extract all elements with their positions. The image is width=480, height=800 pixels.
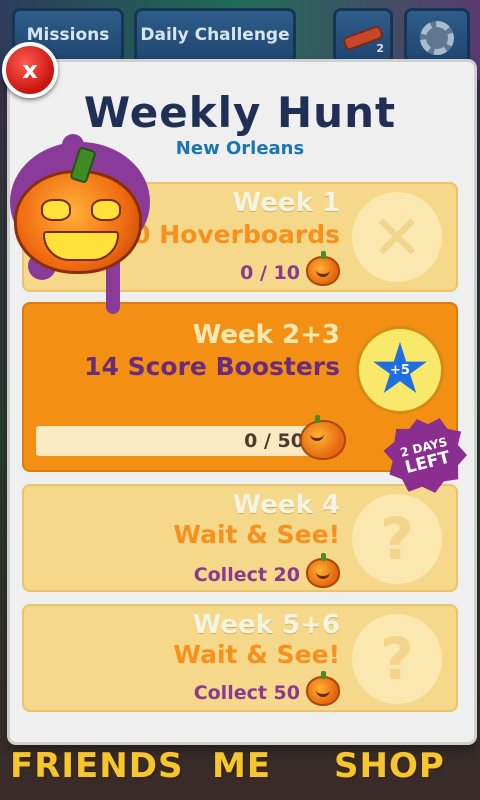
week-label: Week 4	[232, 490, 340, 520]
booster-label: +5	[390, 362, 410, 378]
close-button[interactable]: x	[2, 42, 58, 98]
progress-text: Collect 50	[193, 682, 300, 704]
friends-button[interactable]: FRIENDS	[10, 746, 183, 786]
completed-x-badge: ✕	[352, 192, 442, 282]
jack-o-lantern-icon	[14, 170, 142, 274]
pumpkin-mouth	[43, 231, 119, 261]
reward-label: Wait & See!	[173, 520, 340, 549]
progress-text: 0 / 50	[244, 430, 304, 452]
progress-text: 0 / 10	[240, 262, 300, 284]
week-label: Week 1	[232, 188, 340, 218]
gear-icon	[420, 21, 454, 55]
pumpkin-icon	[306, 671, 340, 706]
pumpkin-eye	[91, 199, 121, 221]
reward-label: 14 Score Boosters	[84, 352, 340, 381]
dialog-title: Weekly Hunt	[83, 88, 397, 137]
question-icon: ?	[380, 625, 414, 693]
week-label: Week 2+3	[192, 320, 340, 350]
bottom-nav: FRIENDS ME SHOP	[0, 742, 480, 800]
daily-challenge-label: Daily Challenge	[140, 25, 290, 45]
pumpkin-icon	[306, 251, 340, 286]
reward-label: Wait & See!	[173, 640, 340, 669]
week-4-card[interactable]: Week 4 Wait & See! Collect 20 ?	[22, 484, 458, 592]
locked-question-badge: ?	[352, 614, 442, 704]
shop-button[interactable]: SHOP	[334, 746, 445, 786]
daily-challenge-button[interactable]: Daily Challenge	[134, 8, 296, 64]
x-icon: ✕	[371, 200, 423, 274]
week-5-6-card[interactable]: Week 5+6 Wait & See! Collect 50 ?	[22, 604, 458, 712]
settings-button[interactable]	[404, 8, 470, 64]
week-label: Week 5+6	[192, 610, 340, 640]
missions-label: Missions	[26, 25, 110, 45]
pumpkin-icon	[306, 553, 340, 588]
progress-text: Collect 20	[193, 564, 300, 586]
pumpkin-icon	[300, 415, 346, 460]
hoverboard-button[interactable]: 2	[333, 8, 393, 64]
score-booster-icon: +5	[373, 342, 427, 393]
score-booster-badge: +5	[356, 326, 444, 414]
close-label: x	[22, 56, 38, 84]
question-icon: ?	[380, 505, 414, 573]
locked-question-badge: ?	[352, 494, 442, 584]
collection-progress-bar: 0 / 50	[36, 426, 316, 456]
hoverboard-count: 2	[376, 42, 384, 55]
me-button[interactable]: ME	[212, 746, 271, 786]
pumpkin-eye	[41, 199, 71, 221]
